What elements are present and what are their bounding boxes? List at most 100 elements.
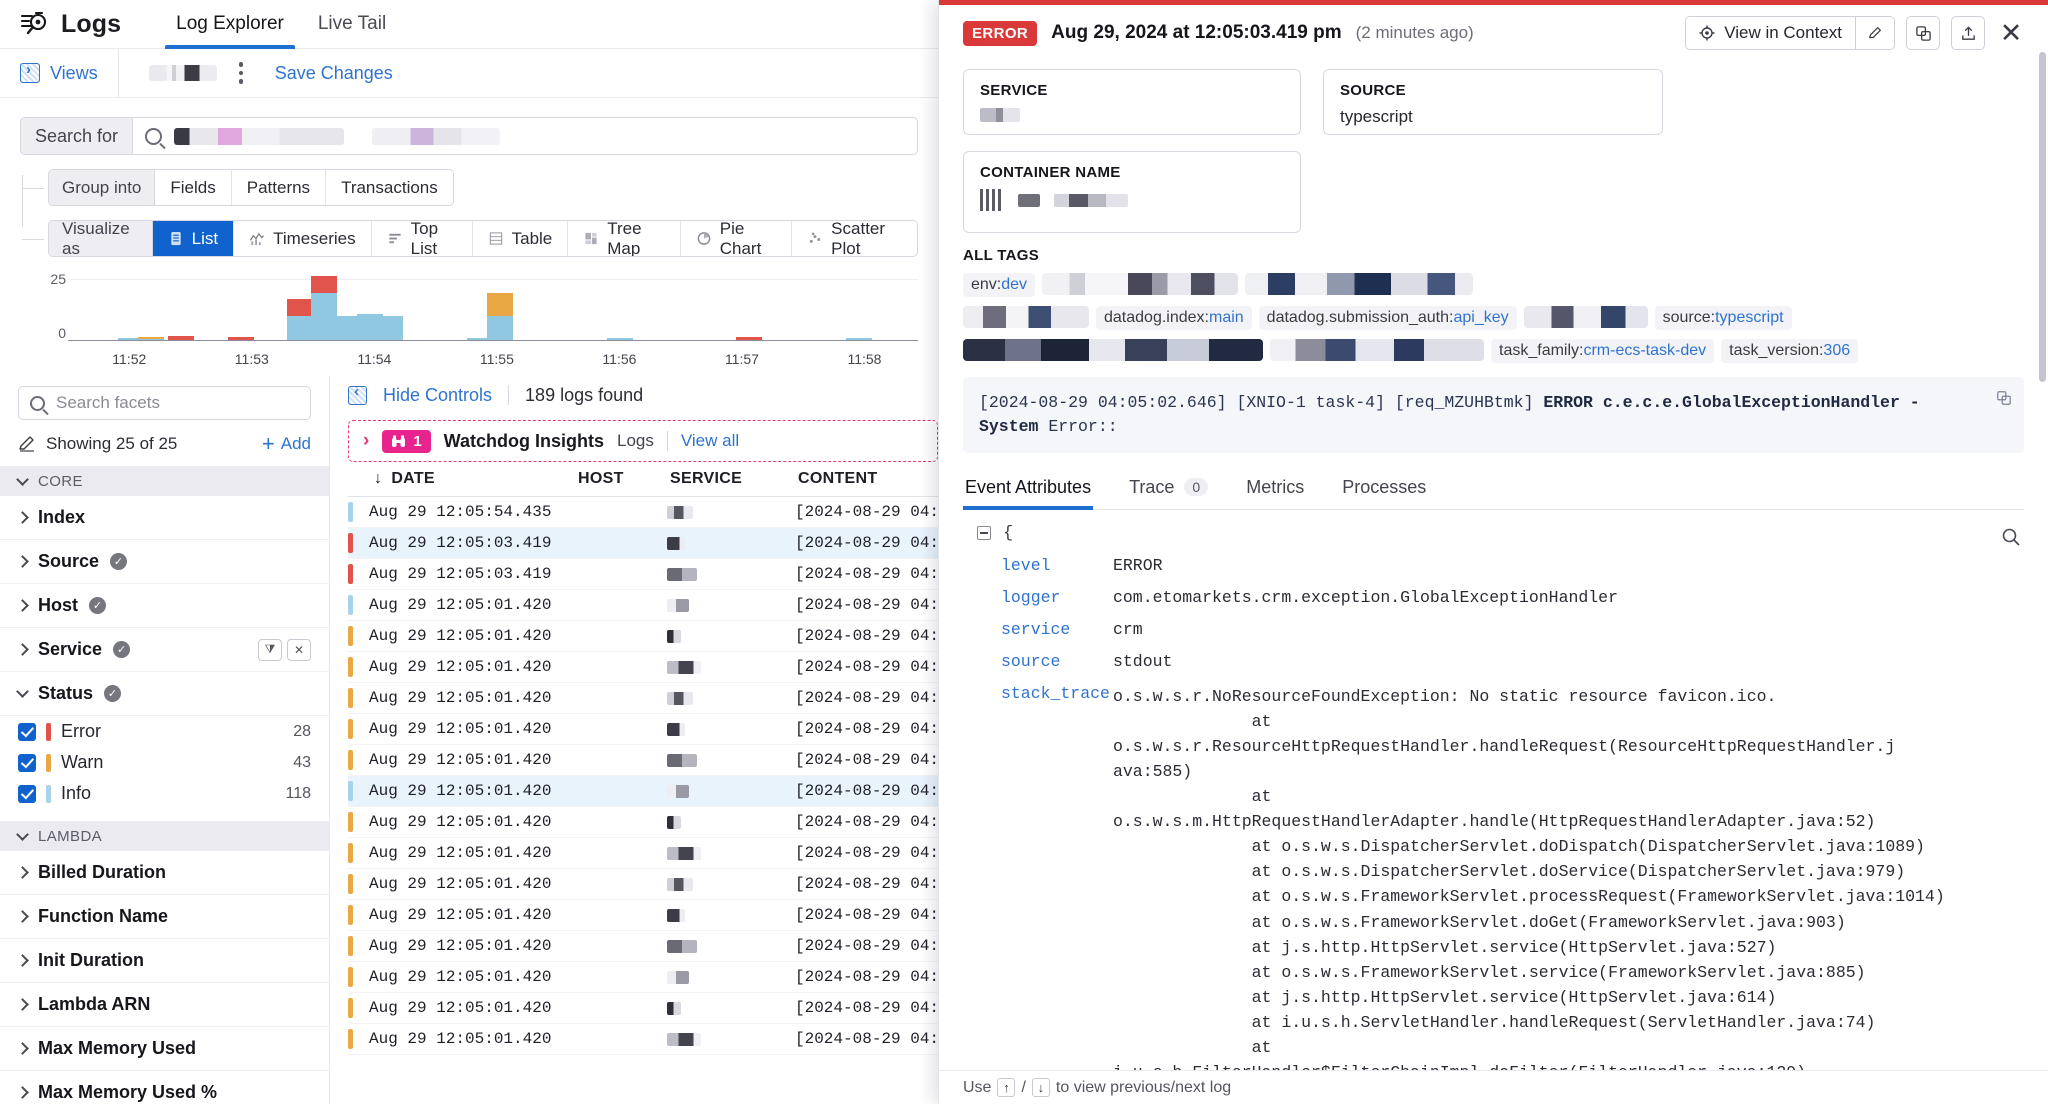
histogram-bar[interactable] — [377, 316, 404, 340]
histogram-bar[interactable] — [167, 336, 194, 340]
histogram-bar[interactable] — [227, 336, 254, 340]
histogram-bar[interactable] — [846, 337, 873, 340]
attribute-key[interactable]: logger — [1001, 588, 1113, 607]
add-facet-button[interactable]: + Add — [262, 433, 311, 455]
visualize-timeseries[interactable]: Timeseries — [234, 221, 372, 256]
copy-icon[interactable] — [1996, 389, 2012, 407]
status-filter-warn[interactable]: Warn 43 — [0, 747, 329, 778]
checkbox[interactable] — [18, 784, 36, 803]
tab-log-explorer[interactable]: Log Explorer — [159, 0, 301, 49]
attribute-key[interactable]: source — [1001, 652, 1113, 671]
tag-env[interactable]: env:dev — [963, 273, 1036, 297]
facet-item-lambda-arn[interactable]: Lambda ARN — [0, 983, 329, 1027]
column-header-service[interactable]: SERVICE — [662, 470, 790, 488]
chevron-right-icon[interactable]: › — [363, 430, 369, 452]
histogram-bar[interactable] — [137, 336, 164, 340]
copy-button[interactable] — [1906, 16, 1940, 50]
histogram-bar[interactable] — [287, 298, 314, 340]
histogram-bar[interactable] — [736, 336, 763, 340]
log-row[interactable]: Aug 29 12:05:54.435 [2024-08-29 04:05:54.… — [348, 497, 938, 528]
tag-source[interactable]: source:typescript — [1654, 306, 1792, 330]
visualize-pie-chart[interactable]: Pie Chart — [680, 221, 793, 256]
tab-event-attributes[interactable]: Event Attributes — [963, 469, 1094, 510]
collapse-icon[interactable] — [977, 526, 991, 541]
facet-group-core[interactable]: CORE — [0, 466, 329, 496]
facet-item-status[interactable]: Status ✓ — [0, 672, 329, 716]
watchdog-view-all-link[interactable]: View all — [681, 431, 739, 451]
facet-item-function-name[interactable]: Function Name — [0, 895, 329, 939]
facet-item-index[interactable]: Index — [0, 496, 329, 540]
tag-datadog-submission-auth[interactable]: datadog.submission_auth:api_key — [1258, 306, 1517, 330]
log-row[interactable]: Aug 29 12:05:01.420 [2024-08-29 04:05:00.… — [348, 807, 938, 838]
edit-button[interactable] — [1856, 17, 1894, 49]
log-row[interactable]: Aug 29 12:05:01.420 [2024-08-29 04:05:00.… — [348, 745, 938, 776]
log-row[interactable]: Aug 29 12:05:01.420 [2024-08-29 04:05:00.… — [348, 652, 938, 683]
facet-group-lambda[interactable]: LAMBDA — [0, 821, 329, 851]
logs-histogram-chart[interactable]: 25 0 11:52 11:53 11:54 11:55 11:56 11:57 11:58 — [20, 271, 918, 367]
column-header-host[interactable]: HOST — [570, 470, 662, 488]
watchdog-insights-banner[interactable]: › 1 Watchdog Insights Logs View all — [348, 420, 938, 462]
log-row[interactable]: Aug 29 12:05:01.420 [2024-08-29 04:05:00.… — [348, 993, 938, 1024]
facet-item-max-memory-used[interactable]: Max Memory Used — [0, 1027, 329, 1071]
tab-trace[interactable]: Trace 0 — [1127, 469, 1210, 509]
group-into-transactions[interactable]: Transactions — [326, 170, 453, 205]
group-into-patterns[interactable]: Patterns — [231, 170, 327, 205]
facet-search-input[interactable]: Search facets — [18, 386, 311, 420]
facet-item-max-memory-used[interactable]: Max Memory Used % — [0, 1071, 329, 1104]
log-row[interactable]: Aug 29 12:05:01.420 [2024-08-29 04:05:00.… — [348, 714, 938, 745]
tab-live-tail[interactable]: Live Tail — [301, 0, 403, 49]
status-filter-info[interactable]: Info 118 — [0, 778, 329, 809]
visualize-tree-map[interactable]: Tree Map — [568, 221, 681, 256]
tag-redacted[interactable] — [1042, 273, 1239, 295]
facet-item-init-duration[interactable]: Init Duration — [0, 939, 329, 983]
facet-item-host[interactable]: Host ✓ — [0, 584, 329, 628]
tag-redacted[interactable] — [1523, 306, 1648, 328]
views-button[interactable]: Views — [0, 48, 119, 98]
checkbox[interactable] — [18, 753, 36, 772]
facet-item-billed-duration[interactable]: Billed Duration — [0, 851, 329, 895]
panel-scrollbar[interactable] — [2039, 52, 2046, 382]
hide-controls-button[interactable]: Hide Controls — [383, 385, 492, 406]
visualize-top-list[interactable]: Top List — [371, 221, 473, 256]
log-row[interactable]: Aug 29 12:05:01.420 [2024-08-29 04:05:00.… — [348, 621, 938, 652]
log-row[interactable]: Aug 29 12:05:03.419 [2024-08-29 04:05:02.… — [348, 528, 938, 559]
facet-remove-button[interactable]: ✕ — [287, 638, 311, 661]
search-input[interactable] — [133, 118, 917, 154]
status-filter-error[interactable]: Error 28 — [0, 716, 329, 747]
attributes-search-button[interactable] — [1998, 524, 2024, 550]
column-header-date[interactable]: ↓ DATE — [348, 470, 570, 488]
histogram-bar[interactable] — [487, 292, 513, 340]
attribute-key[interactable]: level — [1001, 556, 1113, 575]
histogram-bar[interactable] — [311, 275, 338, 340]
view-more-options-button[interactable] — [238, 60, 245, 86]
tag-redacted[interactable] — [1245, 273, 1474, 295]
tag-datadog-index[interactable]: datadog.index:main — [1096, 306, 1252, 330]
json-root-toggle[interactable]: { — [977, 524, 2024, 543]
visualize-scatter-plot[interactable]: Scatter Plot — [792, 221, 917, 256]
histogram-bar[interactable] — [606, 337, 633, 340]
view-in-context-button[interactable]: View in Context — [1686, 17, 1855, 49]
log-row[interactable]: Aug 29 12:05:03.419 [2024-08-29 04:05:02.… — [348, 559, 938, 590]
tab-metrics[interactable]: Metrics — [1244, 469, 1306, 509]
column-header-content[interactable]: CONTENT — [790, 470, 877, 488]
facet-item-source[interactable]: Source ✓ — [0, 540, 329, 584]
log-row[interactable]: Aug 29 12:05:01.420 [2024-08-29 04:05:00.… — [348, 590, 938, 621]
facet-filter-button[interactable]: ⧩ — [258, 638, 282, 661]
log-row[interactable]: Aug 29 12:05:01.420 [2024-08-29 04:05:00.… — [348, 1024, 938, 1055]
tag-redacted[interactable] — [963, 339, 1263, 361]
group-into-fields[interactable]: Fields — [155, 170, 232, 205]
log-row[interactable]: Aug 29 12:05:01.420 [2024-08-29 04:05:00.… — [348, 838, 938, 869]
log-row[interactable]: Aug 29 12:05:01.420 [2024-08-29 04:05:00.… — [348, 962, 938, 993]
close-panel-button[interactable]: ✕ — [1996, 18, 2026, 48]
share-button[interactable] — [1951, 16, 1985, 50]
visualize-table[interactable]: Table — [472, 221, 569, 256]
save-changes-button[interactable]: Save Changes — [275, 63, 393, 84]
log-row[interactable]: Aug 29 12:05:01.420 [2024-08-29 04:05:00.… — [348, 683, 938, 714]
tab-processes[interactable]: Processes — [1340, 469, 1428, 509]
log-row[interactable]: Aug 29 12:05:01.420 [2024-08-29 04:05:00.… — [348, 776, 938, 807]
checkbox[interactable] — [18, 722, 36, 741]
tag-redacted[interactable] — [1270, 339, 1484, 361]
log-row[interactable]: Aug 29 12:05:01.420 [2024-08-29 04:05:00.… — [348, 869, 938, 900]
tag-task-version[interactable]: task_version:306 — [1721, 339, 1859, 363]
log-row[interactable]: Aug 29 12:05:01.420 [2024-08-29 04:05:00.… — [348, 900, 938, 931]
